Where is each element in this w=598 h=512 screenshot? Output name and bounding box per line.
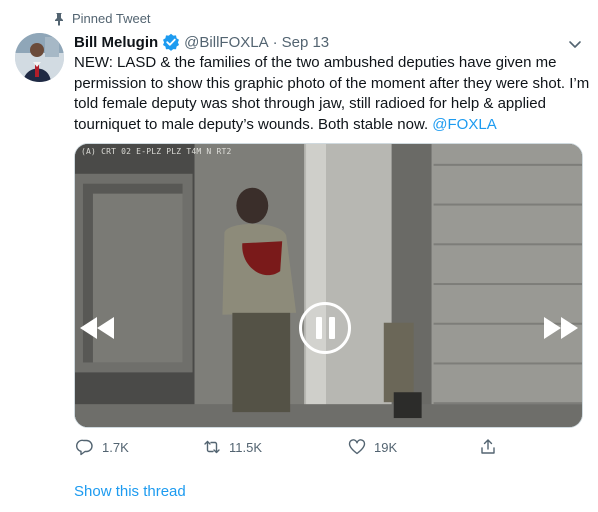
separator-dot: ·: [272, 33, 278, 51]
retweet-icon: [204, 440, 220, 454]
tweet-text: NEW: LASD & the families of the two ambu…: [74, 53, 590, 135]
tweet-actions: 1.7K 11.5K 19K: [74, 438, 514, 462]
chevron-down-icon[interactable]: [566, 35, 584, 53]
pinned-label: Pinned Tweet: [72, 11, 151, 26]
show-thread-link[interactable]: Show this thread: [74, 483, 186, 500]
mention-link[interactable]: @FOXLA: [432, 116, 496, 133]
tweet-date[interactable]: Sep 13: [282, 34, 330, 51]
retweet-button[interactable]: 11.5K: [203, 438, 262, 456]
author-name[interactable]: Bill Melugin: [74, 34, 158, 51]
pin-icon: [55, 12, 63, 26]
camera-overlay-text: (A) CRT 02 E-PLZ PLZ T4M N RT2: [81, 147, 232, 156]
like-count: 19K: [374, 439, 398, 455]
avatar[interactable]: [15, 33, 64, 82]
pause-bar-right: [328, 317, 335, 339]
tweet-media[interactable]: (A) CRT 02 E-PLZ PLZ T4M N RT2: [74, 143, 583, 428]
tweet[interactable]: Pinned Tweet Bill Melugin @BillFOXLA · S…: [0, 0, 598, 512]
tweet-text-body: NEW: LASD & the families of the two ambu…: [74, 54, 590, 133]
reply-count: 1.7K: [102, 439, 129, 455]
pause-bar-left: [315, 317, 322, 339]
heart-icon: [348, 439, 366, 455]
pinned-indicator: Pinned Tweet: [52, 11, 151, 26]
share-icon: [481, 439, 495, 454]
fast-forward-icon[interactable]: [541, 314, 581, 342]
tweet-header: Bill Melugin @BillFOXLA · Sep 13: [74, 33, 329, 51]
avatar-image: [15, 33, 64, 82]
reply-icon: [76, 439, 93, 456]
like-button[interactable]: 19K: [348, 438, 397, 456]
pause-icon[interactable]: [299, 302, 351, 354]
retweet-count: 11.5K: [229, 439, 263, 455]
share-button[interactable]: [479, 438, 497, 456]
verified-badge-icon: [163, 33, 180, 51]
author-handle[interactable]: @BillFOXLA: [184, 34, 268, 51]
media-photo: [75, 144, 582, 427]
rewind-icon[interactable]: [77, 314, 117, 342]
reply-button[interactable]: 1.7K: [76, 438, 129, 456]
